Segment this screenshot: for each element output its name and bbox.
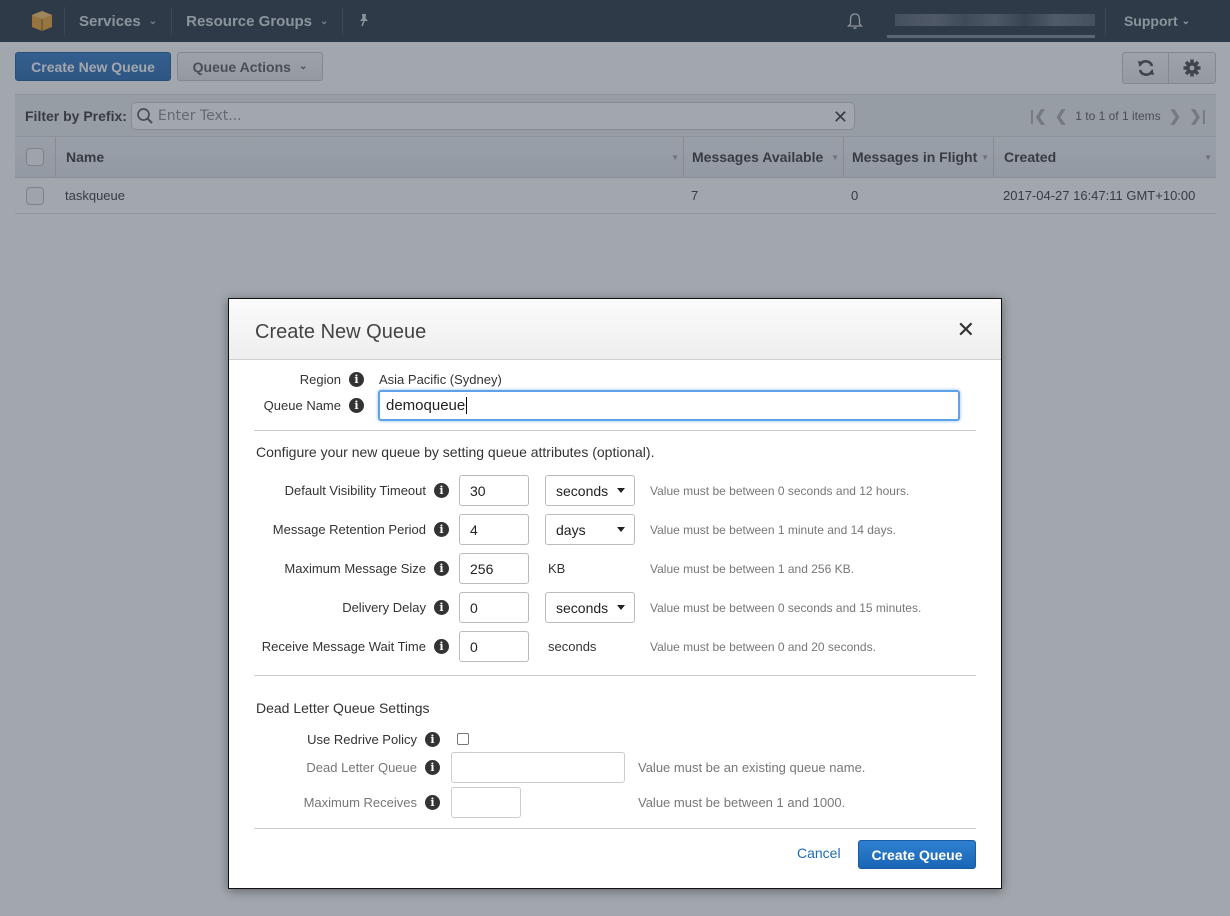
attribute-hint: Value must be between 1 and 256 KB.: [650, 561, 854, 576]
cancel-button[interactable]: Cancel: [797, 845, 841, 861]
attribute-value-input[interactable]: 4: [459, 514, 529, 545]
dead-letter-queue-row: Dead Letter Queue i Value must be an exi…: [229, 752, 929, 783]
create-queue-dialog: Create New Queue ✕ Region i Asia Pacific…: [228, 298, 1002, 889]
attribute-row: Default Visibility Timeout i 30 seconds Valu…: [229, 475, 969, 506]
use-redrive-row: Use Redrive Policy i: [229, 730, 629, 748]
attribute-label: Delivery Delay: [342, 600, 426, 615]
unit-select-value: seconds: [556, 599, 609, 616]
info-icon[interactable]: i: [434, 483, 449, 498]
max-receives-input[interactable]: [451, 787, 521, 818]
info-icon[interactable]: i: [434, 522, 449, 537]
configure-description: Configure your new queue by setting queu…: [256, 444, 655, 460]
info-icon[interactable]: i: [425, 795, 440, 810]
attribute-hint: Value must be between 0 seconds and 15 m…: [650, 600, 922, 615]
section-divider: [254, 430, 976, 431]
attribute-row: Maximum Message Size i 256 KB Value must be …: [229, 553, 969, 584]
max-receives-label: Maximum Receives: [303, 795, 417, 810]
queue-name-row: Queue Name i demoqueue: [229, 390, 969, 421]
attribute-label: Default Visibility Timeout: [284, 483, 426, 498]
attribute-label: Maximum Message Size: [284, 561, 426, 576]
region-value: Asia Pacific (Sydney): [379, 371, 502, 387]
queue-name-label: Queue Name: [263, 398, 341, 413]
close-icon[interactable]: ✕: [957, 319, 975, 341]
dialog-header: Create New Queue ✕: [229, 299, 1001, 360]
dropdown-arrow-icon: [617, 527, 625, 532]
unit-select[interactable]: seconds: [545, 592, 635, 623]
max-receives-hint: Value must be between 1 and 1000.: [638, 795, 846, 810]
info-icon[interactable]: i: [349, 398, 364, 413]
attribute-label: Receive Message Wait Time: [261, 639, 426, 654]
unit-label: seconds: [548, 639, 597, 654]
attribute-row: Delivery Delay i 0 seconds Value must be bet…: [229, 592, 969, 623]
dropdown-arrow-icon: [617, 488, 625, 493]
dead-letter-queue-label: Dead Letter Queue: [306, 760, 417, 775]
region-row: Region i Asia Pacific (Sydney): [229, 369, 629, 389]
region-label: Region: [299, 371, 341, 387]
dead-letter-queue-hint: Value must be an existing queue name.: [638, 760, 866, 775]
dlq-heading: Dead Letter Queue Settings: [256, 700, 430, 716]
footer-divider: [254, 828, 976, 829]
text-caret: [466, 397, 468, 414]
dialog-title: Create New Queue: [255, 321, 427, 343]
attribute-value-input[interactable]: 0: [459, 592, 529, 623]
dead-letter-queue-input[interactable]: [451, 752, 625, 783]
unit-select[interactable]: days: [545, 514, 635, 545]
create-queue-button[interactable]: Create Queue: [858, 840, 976, 869]
info-icon[interactable]: i: [425, 760, 440, 775]
section-divider: [254, 675, 976, 676]
max-receives-row: Maximum Receives i Value must be between…: [229, 787, 929, 818]
attribute-hint: Value must be between 0 and 20 seconds.: [650, 639, 876, 654]
attribute-row: Message Retention Period i 4 days Value must…: [229, 514, 969, 545]
info-icon[interactable]: i: [349, 371, 364, 387]
info-icon[interactable]: i: [425, 731, 440, 747]
attribute-value-input[interactable]: 30: [459, 475, 529, 506]
unit-select[interactable]: seconds: [545, 475, 635, 506]
attribute-hint: Value must be between 1 minute and 14 da…: [650, 522, 896, 537]
use-redrive-label: Use Redrive Policy: [307, 731, 417, 747]
attribute-hint: Value must be between 0 seconds and 12 h…: [650, 483, 910, 498]
unit-label: KB: [548, 561, 566, 576]
queue-name-input[interactable]: demoqueue: [378, 390, 960, 421]
use-redrive-checkbox[interactable]: [457, 733, 469, 745]
queue-name-input-value: demoqueue: [386, 397, 466, 414]
attribute-value-input[interactable]: 256: [459, 553, 529, 584]
attribute-row: Receive Message Wait Time i 0 seconds Value …: [229, 631, 969, 662]
unit-select-value: seconds: [556, 482, 609, 499]
info-icon[interactable]: i: [434, 600, 449, 615]
attribute-label: Message Retention Period: [272, 522, 426, 537]
info-icon[interactable]: i: [434, 639, 449, 654]
unit-select-value: days: [556, 521, 586, 538]
info-icon[interactable]: i: [434, 561, 449, 576]
dropdown-arrow-icon: [617, 605, 625, 610]
attribute-value-input[interactable]: 0: [459, 631, 529, 662]
